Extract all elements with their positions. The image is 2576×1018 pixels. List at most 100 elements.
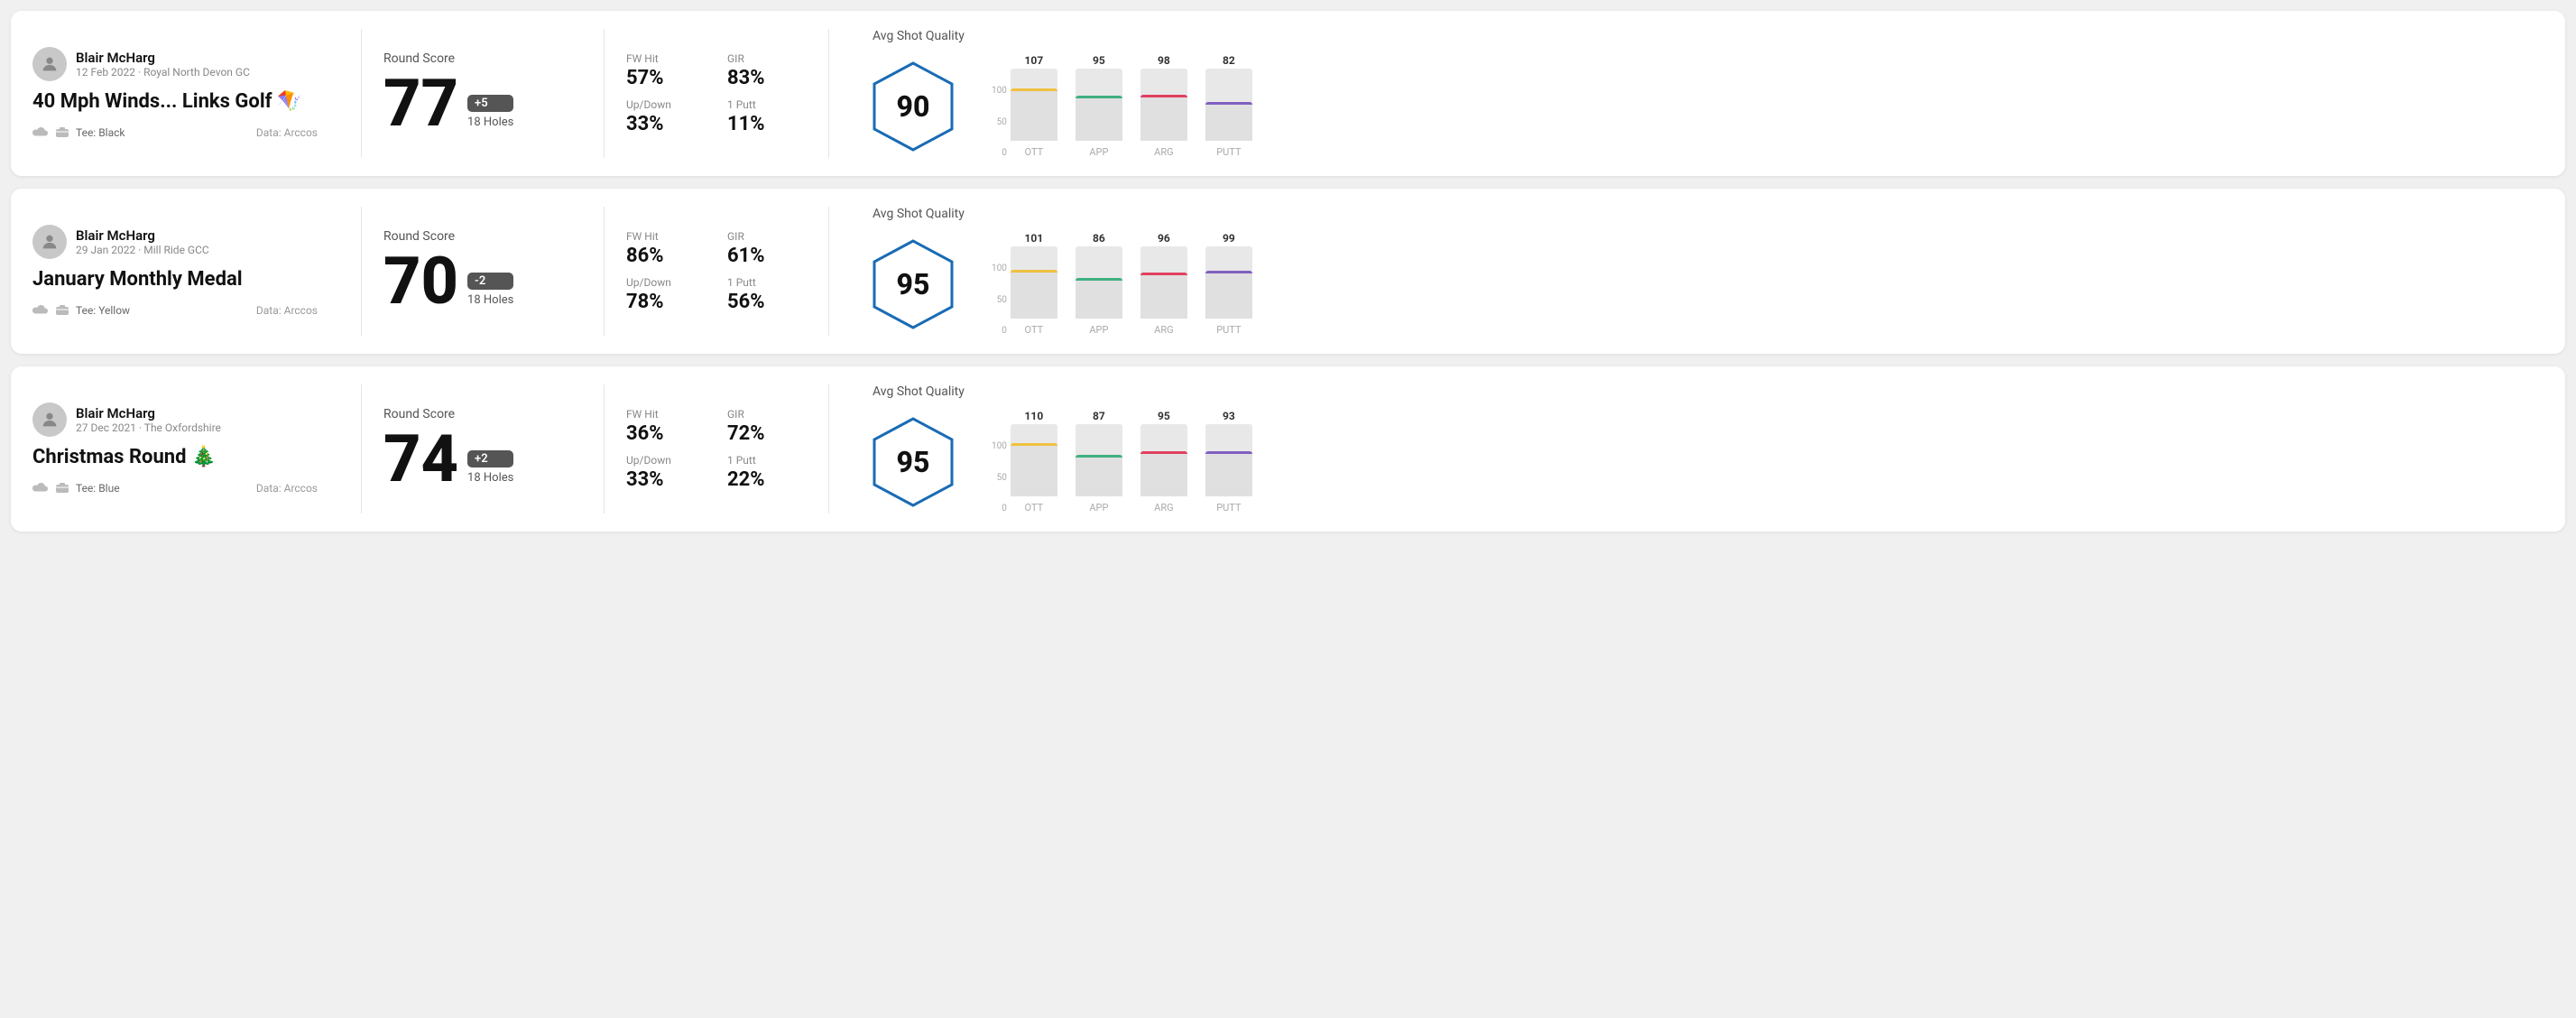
score-badge-col: +2 18 Holes [467, 450, 513, 492]
bar-marker [1076, 278, 1122, 281]
cloud-icon [32, 303, 49, 319]
bar-wrapper [1140, 424, 1187, 496]
bar-marker [1011, 88, 1057, 91]
oneputt-label: 1 Putt [727, 276, 807, 289]
bar-wrapper [1140, 69, 1187, 141]
axis-0: 0 [992, 326, 1007, 336]
bar-chart-group: 110 OTT 87 APP 95 ARG 93 PUTT [1011, 410, 1252, 514]
user-name: Blair McHarg [76, 50, 250, 66]
data-source: Data: Arccos [256, 126, 318, 139]
stats-section: FW Hit 86% GIR 61% Up/Down 78% 1 Putt 56… [626, 230, 807, 313]
bar-col-arg: 98 ARG [1140, 54, 1187, 158]
score-number: 77 [383, 71, 458, 136]
divider [828, 207, 829, 336]
updown-value: 33% [626, 468, 706, 491]
score-number: 70 [383, 249, 458, 314]
axis-50: 50 [992, 295, 1007, 305]
bag-icon [54, 125, 70, 141]
bar-fill [1011, 443, 1057, 496]
left-section: Blair McHarg 29 Jan 2022 · Mill Ride GCC… [32, 225, 339, 319]
data-source: Data: Arccos [256, 304, 318, 317]
score-badge: +5 [467, 95, 513, 112]
updown-value: 78% [626, 291, 706, 313]
bar-chart-area: 100 50 0 101 OTT 86 APP 96 [992, 232, 1252, 336]
chart-section: Avg Shot Quality 90 100 [851, 29, 2544, 158]
axis-50: 50 [992, 117, 1007, 127]
updown-stat: Up/Down 33% [626, 454, 706, 491]
score-label: Round Score [383, 51, 582, 66]
bar-label: OTT [1025, 502, 1044, 514]
user-info: Blair McHarg 27 Dec 2021 · The Oxfordshi… [32, 403, 318, 437]
chart-title: Avg Shot Quality [873, 207, 2544, 221]
cloud-icon [32, 481, 49, 496]
score-row: 74 +2 18 Holes [383, 427, 582, 492]
bar-wrapper [1076, 69, 1122, 141]
bar-col-putt: 82 PUTT [1205, 54, 1252, 158]
y-axis: 100 50 0 [992, 441, 1007, 514]
tee-label: Tee: Black [76, 126, 125, 139]
bar-label: APP [1089, 146, 1108, 158]
left-section: Blair McHarg 27 Dec 2021 · The Oxfordshi… [32, 403, 339, 496]
divider [828, 384, 829, 514]
chart-section: Avg Shot Quality 95 100 [851, 207, 2544, 336]
hexagon: 90 [873, 61, 954, 152]
stats-grid: FW Hit 36% GIR 72% Up/Down 33% 1 Putt 22… [626, 408, 807, 491]
bar-col-arg: 95 ARG [1140, 410, 1187, 514]
gir-value: 83% [727, 67, 807, 89]
holes-text: 18 Holes [467, 293, 513, 307]
score-section: Round Score 70 -2 18 Holes [383, 229, 582, 314]
bar-marker [1140, 273, 1187, 275]
bar-value: 93 [1223, 410, 1235, 422]
oneputt-value: 22% [727, 468, 807, 491]
chart-inner: 95 100 50 0 110 [873, 410, 2544, 514]
divider [604, 384, 605, 514]
oneputt-label: 1 Putt [727, 454, 807, 467]
bar-fill [1011, 88, 1057, 141]
bar-value: 107 [1025, 54, 1044, 67]
round-card: Blair McHarg 12 Feb 2022 · Royal North D… [11, 11, 2565, 176]
bar-marker [1205, 102, 1252, 105]
bar-value: 82 [1223, 54, 1235, 67]
bar-col-ott: 101 OTT [1011, 232, 1057, 336]
score-label: Round Score [383, 407, 582, 421]
divider [828, 29, 829, 158]
stats-section: FW Hit 57% GIR 83% Up/Down 33% 1 Putt 11… [626, 52, 807, 135]
divider [604, 207, 605, 336]
user-date: 12 Feb 2022 · Royal North Devon GC [76, 66, 250, 79]
fw-hit-label: FW Hit [626, 52, 706, 65]
bar-value: 101 [1025, 232, 1044, 245]
gir-stat: GIR 72% [727, 408, 807, 445]
bar-value: 95 [1158, 410, 1170, 422]
score-section: Round Score 77 +5 18 Holes [383, 51, 582, 136]
chart-title: Avg Shot Quality [873, 29, 2544, 43]
stats-section: FW Hit 36% GIR 72% Up/Down 33% 1 Putt 22… [626, 408, 807, 491]
bar-wrapper [1076, 246, 1122, 319]
bar-col-app: 87 APP [1076, 410, 1122, 514]
bar-wrapper [1011, 69, 1057, 141]
bar-label: ARG [1154, 502, 1173, 514]
bar-chart-with-axis: 100 50 0 107 OTT 95 APP 98 [992, 54, 1252, 158]
tee-info: Tee: Yellow [32, 303, 130, 319]
bar-value: 99 [1223, 232, 1235, 245]
bar-fill [1076, 278, 1122, 319]
round-title: 40 Mph Winds... Links Golf 🪁 [32, 90, 318, 113]
round-card: Blair McHarg 29 Jan 2022 · Mill Ride GCC… [11, 189, 2565, 354]
tee-label: Tee: Yellow [76, 304, 130, 317]
stats-grid: FW Hit 86% GIR 61% Up/Down 78% 1 Putt 56… [626, 230, 807, 313]
bar-wrapper [1011, 246, 1057, 319]
bar-value: 110 [1025, 410, 1044, 422]
oneputt-stat: 1 Putt 11% [727, 98, 807, 135]
bar-wrapper [1205, 424, 1252, 496]
bar-fill [1140, 451, 1187, 496]
fw-hit-stat: FW Hit 57% [626, 52, 706, 89]
bar-marker [1011, 443, 1057, 446]
axis-0: 0 [992, 504, 1007, 514]
hexagon-score: 95 [897, 267, 930, 301]
bar-wrapper [1205, 69, 1252, 141]
fw-hit-label: FW Hit [626, 230, 706, 243]
bar-marker [1205, 271, 1252, 273]
gir-stat: GIR 83% [727, 52, 807, 89]
divider [361, 29, 362, 158]
user-date: 29 Jan 2022 · Mill Ride GCC [76, 244, 209, 256]
bag-icon [54, 303, 70, 319]
